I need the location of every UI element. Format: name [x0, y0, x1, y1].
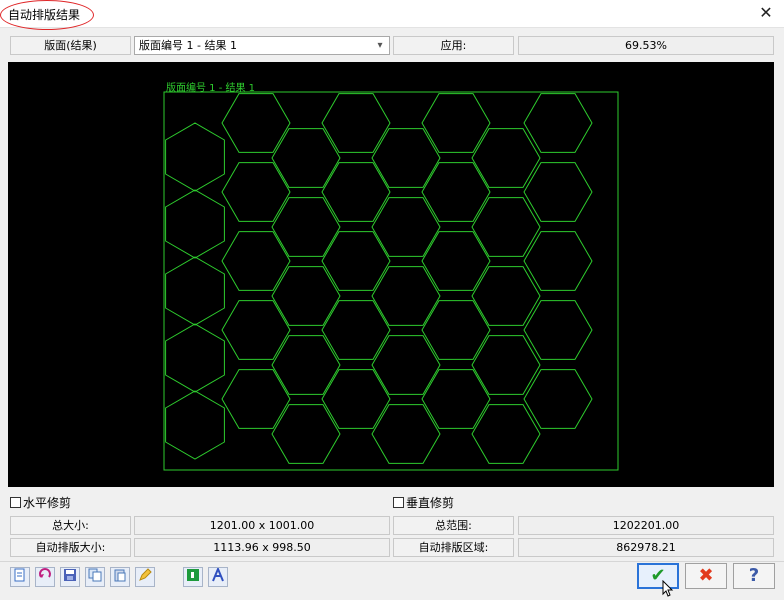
nest-area-label: 自动排版区域: [393, 538, 514, 557]
total-size-label: 总大小: [10, 516, 131, 535]
hexagon-part [523, 231, 593, 291]
checkbox-box[interactable] [393, 497, 404, 508]
pencil-icon[interactable] [135, 567, 155, 587]
title-bar: 自动排版结果 ✕ [0, 0, 784, 30]
hexagon-part [523, 162, 593, 222]
undo-icon[interactable] [35, 567, 55, 587]
sheet-outline [163, 91, 619, 471]
sheet-select-value: 版面编号 1 - 结果 1 [139, 39, 237, 52]
new-icon[interactable] [10, 567, 30, 587]
sheet-label: 版面(结果) [10, 36, 131, 55]
total-size-value: 1201.00 x 1001.00 [134, 516, 390, 535]
chevron-down-icon[interactable]: ▾ [373, 37, 387, 54]
horizontal-trim-checkbox[interactable]: 水平修剪 [10, 496, 71, 512]
vertical-trim-label: 垂直修剪 [406, 496, 455, 510]
copy-icon[interactable] [85, 567, 105, 587]
cancel-button[interactable]: ✖ [685, 563, 727, 589]
sheet-select[interactable]: 版面编号 1 - 结果 1 ▾ [134, 36, 390, 55]
hexagon-part [165, 390, 225, 460]
apply-value: 69.53% [518, 36, 774, 55]
help-button[interactable]: ? [733, 563, 775, 589]
nesting-drawing: 版面编号 1 - 结果 1 [163, 81, 619, 471]
nesting-canvas[interactable]: 版面编号 1 - 结果 1 [8, 62, 774, 487]
hexagon-part [523, 93, 593, 153]
letter-a-icon[interactable] [208, 566, 228, 587]
window-title: 自动排版结果 [8, 8, 81, 22]
horizontal-trim-label: 水平修剪 [23, 496, 72, 510]
nest-area-value: 862978.21 [518, 538, 774, 557]
ok-button[interactable]: ✔ [637, 563, 679, 589]
divider [0, 561, 784, 562]
green-square-icon[interactable] [183, 567, 203, 587]
vertical-trim-checkbox[interactable]: 垂直修剪 [393, 496, 454, 512]
close-button[interactable]: ✕ [748, 0, 784, 28]
hexagon-part [523, 300, 593, 360]
hexagon-part [165, 256, 225, 326]
hexagon-part [165, 323, 225, 393]
total-range-value: 1202201.00 [518, 516, 774, 535]
save-icon[interactable] [60, 567, 80, 587]
apply-label: 应用: [393, 36, 514, 55]
hexagon-part [165, 189, 225, 259]
hexagon-part [165, 122, 225, 192]
checkbox-box[interactable] [10, 497, 21, 508]
nest-size-value: 1113.96 x 998.50 [134, 538, 390, 557]
paste-icon[interactable] [110, 567, 130, 587]
total-range-label: 总范围: [393, 516, 514, 535]
nest-size-label: 自动排版大小: [10, 538, 131, 557]
hexagon-part [523, 369, 593, 429]
